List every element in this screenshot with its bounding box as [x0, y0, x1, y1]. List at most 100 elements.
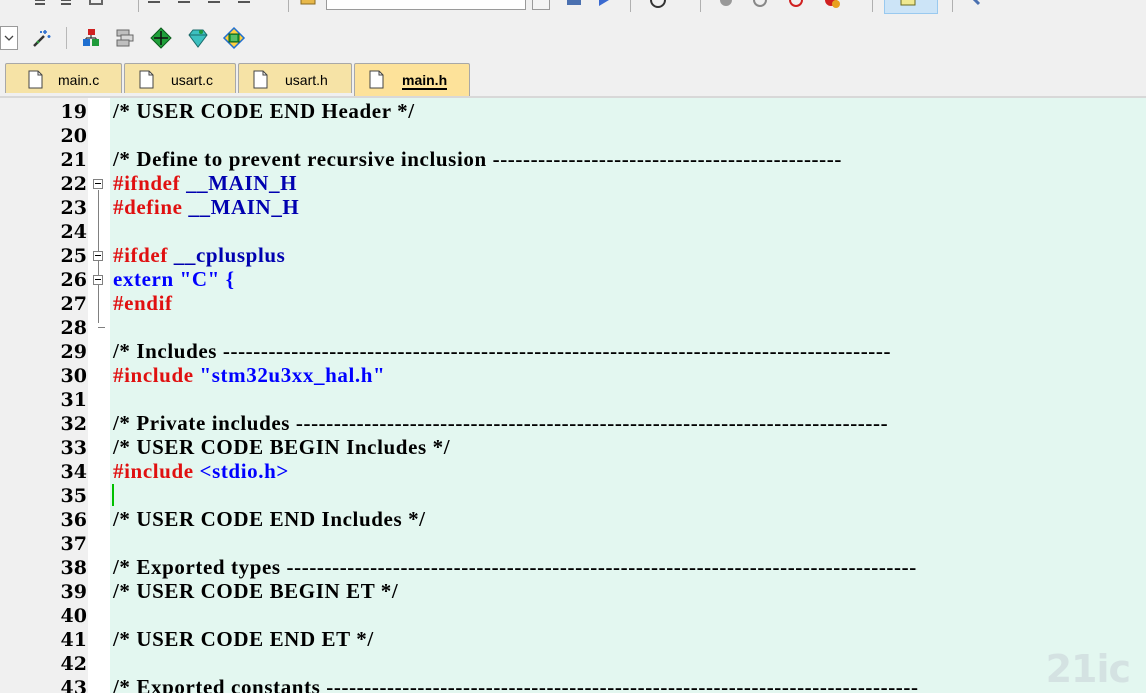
code-token: __MAIN_H	[188, 195, 300, 219]
code-token: #include	[113, 363, 200, 387]
code-editor[interactable]: 19 /* USER CODE END Header */ 20 21 /* Defin…	[0, 98, 1146, 693]
code-token: /* Define to prevent recursive inclusion…	[113, 147, 842, 171]
find-icon[interactable]	[566, 0, 582, 8]
code-token: extern	[113, 267, 180, 291]
line-number: 21	[60, 149, 87, 171]
code-token: #define	[113, 195, 189, 219]
code-line[interactable]: /* USER CODE END ET */	[113, 627, 374, 651]
code-token: /* USER CODE END Header */	[113, 99, 415, 123]
text-caret	[112, 484, 114, 506]
code-token: /* USER CODE END Includes */	[113, 507, 426, 531]
select-packs-button[interactable]	[149, 26, 173, 50]
line-number: 42	[60, 653, 87, 675]
delete-breakpoints-icon[interactable]	[824, 0, 840, 8]
line-number: 27	[60, 293, 87, 315]
code-line[interactable]: /* Exported constants ------------------…	[113, 675, 919, 693]
target-combo[interactable]: get_system_d5	[326, 0, 526, 10]
editor-tabs: main.c usart.c usart.h main.h	[0, 60, 1146, 98]
tab-label: main.c	[58, 72, 100, 88]
code-token: <stdio.h>	[199, 459, 289, 483]
debug-start-icon[interactable]	[596, 0, 612, 8]
unindent-icon[interactable]	[60, 0, 76, 8]
code-line[interactable]: /* Define to prevent recursive inclusion…	[113, 147, 842, 171]
manage-rte-button[interactable]	[186, 26, 210, 50]
tab-main-h[interactable]: main.h	[354, 63, 470, 96]
document-icon	[139, 70, 154, 89]
magic-wand-icon	[33, 30, 51, 47]
breakpoint-disable-icon[interactable]	[718, 0, 734, 8]
bookmark-icon[interactable]	[88, 0, 104, 8]
indent-icon[interactable]	[30, 0, 46, 8]
code-line[interactable]: /* USER CODE BEGIN ET */	[113, 579, 398, 603]
tab-main-c[interactable]: main.c	[5, 63, 122, 93]
code-token: /* USER CODE END ET */	[113, 627, 374, 651]
code-line[interactable]: #include <stdio.h>	[113, 459, 289, 483]
code-line[interactable]: #endif	[113, 291, 173, 315]
code-line[interactable]: /* Exported types ----------------------…	[113, 555, 917, 579]
code-line[interactable]: extern "C" {	[113, 267, 235, 291]
breakpoint-kill-icon[interactable]	[752, 0, 768, 8]
line-number: 33	[60, 437, 87, 459]
fold-toggle-icon[interactable]	[93, 179, 103, 189]
bookmark-prev-icon[interactable]	[146, 0, 162, 8]
code-line[interactable]: #ifndef __MAIN_H	[113, 171, 297, 195]
code-line[interactable]: /* USER CODE END Includes */	[113, 507, 426, 531]
code-token: /* USER CODE BEGIN Includes */	[113, 435, 451, 459]
code-token: /* Exported types ----------------------…	[113, 555, 917, 579]
watermark-brand: 21ic	[1045, 647, 1131, 691]
fold-toggle-icon[interactable]	[93, 275, 103, 285]
line-number: 30	[60, 365, 87, 387]
line-number: 20	[60, 125, 87, 147]
tab-label: usart.h	[285, 72, 328, 88]
code-line[interactable]: /* USER CODE BEGIN Includes */	[113, 435, 450, 459]
tab-usart-c[interactable]: usart.c	[124, 63, 236, 93]
breakpoint-icon[interactable]	[650, 0, 666, 8]
code-token: __MAIN_H	[186, 171, 298, 195]
components-button[interactable]	[222, 26, 246, 50]
chevron-down-icon	[4, 35, 14, 41]
code-token: "stm32u3xx_hal.h"	[199, 363, 386, 387]
bookmark-next-icon[interactable]	[176, 0, 192, 8]
code-line[interactable]: #include "stm32u3xx_hal.h"	[113, 363, 385, 387]
tab-usart-h[interactable]: usart.h	[238, 63, 352, 93]
manage-project-button[interactable]	[79, 26, 103, 50]
tab-label: usart.c	[171, 72, 214, 88]
line-number: 28	[60, 317, 87, 339]
line-number: 25	[60, 245, 87, 267]
download-icon[interactable]	[300, 0, 316, 8]
manage-rte-icon	[188, 29, 208, 48]
code-line[interactable]: #ifdef __cplusplus	[113, 243, 285, 267]
target-combo-dropdown[interactable]	[532, 0, 550, 10]
fold-end-marker	[98, 327, 105, 328]
code-line[interactable]: /* Private includes --------------------…	[113, 411, 888, 435]
target-icon[interactable]	[236, 0, 252, 8]
code-token: #include	[113, 459, 200, 483]
settings-icon[interactable]	[966, 0, 982, 8]
document-icon	[369, 70, 384, 89]
combo-dropdown-button[interactable]	[0, 26, 18, 50]
toolbar-top: get_system_d5	[0, 0, 1146, 14]
line-number: 38	[60, 557, 87, 579]
toolbar-second	[0, 17, 1146, 59]
line-number: 31	[60, 389, 87, 411]
line-number: 29	[60, 341, 87, 363]
line-number: 26	[60, 269, 87, 291]
code-token: /* Includes ----------------------------…	[113, 339, 892, 363]
pack-installer-icon	[116, 29, 134, 47]
pack-installer-button[interactable]	[113, 26, 137, 50]
code-line[interactable]: /* USER CODE END Header */	[113, 99, 415, 123]
breakpoint-clear-icon[interactable]	[788, 0, 804, 8]
components-icon	[222, 26, 246, 50]
code-token: #ifndef	[113, 171, 187, 195]
line-number: 24	[60, 221, 87, 243]
line-number: 19	[60, 101, 87, 123]
code-line[interactable]: #define __MAIN_H	[113, 195, 299, 219]
fold-toggle-icon[interactable]	[93, 251, 103, 261]
view-window-icon	[900, 0, 916, 6]
bookmark-clear-icon[interactable]	[206, 0, 222, 8]
line-number: 40	[60, 605, 87, 627]
magic-wand-button[interactable]	[30, 26, 54, 50]
document-icon	[253, 70, 268, 89]
line-number: 34	[60, 461, 87, 483]
code-line[interactable]: /* Includes ----------------------------…	[113, 339, 891, 363]
